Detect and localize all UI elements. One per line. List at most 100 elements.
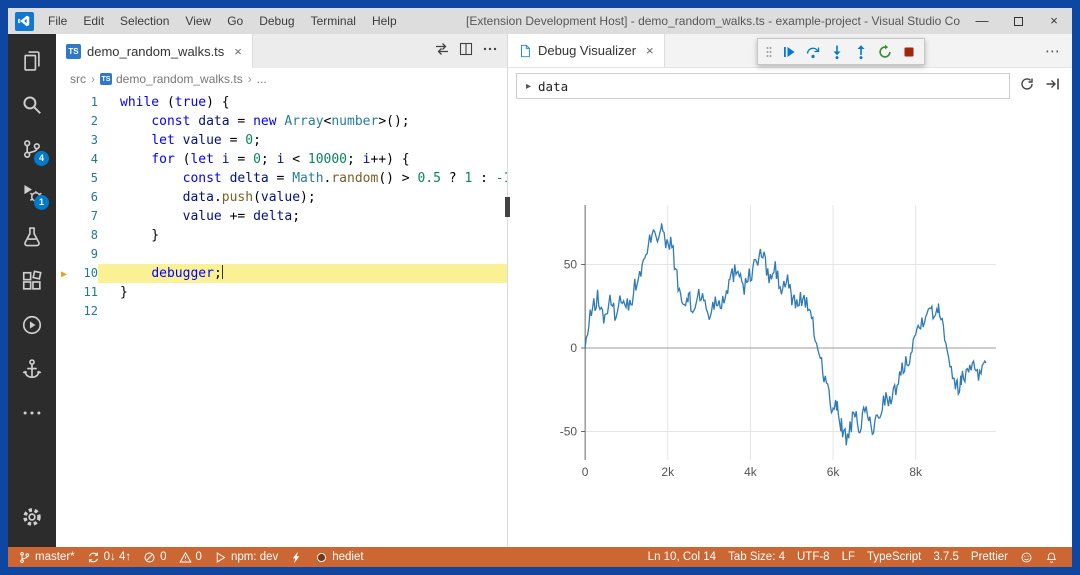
- status-feedback[interactable]: [1014, 547, 1039, 567]
- glyph-margin[interactable]: [56, 226, 72, 245]
- glyph-margin[interactable]: [56, 150, 72, 169]
- code-line-1[interactable]: 1 while (true) {: [56, 93, 507, 112]
- glyph-margin[interactable]: [56, 112, 72, 131]
- activity-explorer[interactable]: [8, 39, 56, 83]
- stop-button[interactable]: [898, 41, 919, 62]
- code-line-6[interactable]: 6 data.push(value);: [56, 188, 507, 207]
- sash-handle[interactable]: [505, 197, 510, 217]
- breadcrumb-item[interactable]: TS demo_random_walks.ts: [100, 72, 243, 86]
- status-account[interactable]: hediet: [309, 547, 369, 567]
- breadcrumb-label: src: [70, 72, 86, 86]
- open-in-editor-button[interactable]: [1042, 73, 1064, 100]
- status-ts-version-label: 3.7.5: [933, 551, 959, 563]
- close-tab-icon[interactable]: ×: [234, 44, 242, 59]
- close-tab-icon[interactable]: ×: [646, 43, 654, 58]
- code-editor[interactable]: 1 while (true) {2 const data = new Array<…: [56, 90, 507, 547]
- activity-run-and-debug[interactable]: 1: [8, 171, 56, 215]
- status-errors[interactable]: 0: [137, 547, 172, 567]
- debug-toolbar: [757, 38, 925, 65]
- refresh-button[interactable]: [1016, 73, 1038, 100]
- status-flash[interactable]: [284, 547, 309, 567]
- minimize-button[interactable]: —: [964, 8, 1000, 34]
- status-language[interactable]: TypeScript: [861, 547, 927, 567]
- more-actions-icon[interactable]: ⋯: [1045, 34, 1072, 67]
- feedback-smiley-icon: [1020, 551, 1033, 564]
- glyph-margin[interactable]: ▶: [56, 264, 72, 283]
- menu-help[interactable]: Help: [364, 8, 405, 34]
- glyph-margin[interactable]: [56, 207, 72, 226]
- menu-debug[interactable]: Debug: [251, 8, 302, 34]
- tab-debug-visualizer[interactable]: Debug Visualizer ×: [508, 34, 665, 67]
- code-line-11[interactable]: 11}: [56, 283, 507, 302]
- menu-selection[interactable]: Selection: [112, 8, 177, 34]
- code-line-7[interactable]: 7 value += delta;: [56, 207, 507, 226]
- continue-button[interactable]: [778, 41, 799, 62]
- status-warnings-label: 0: [195, 551, 202, 563]
- menu-go[interactable]: Go: [219, 8, 251, 34]
- activity-search[interactable]: [8, 83, 56, 127]
- glyph-margin[interactable]: [56, 283, 72, 302]
- more-actions-button[interactable]: [479, 38, 501, 65]
- line-number: 9: [90, 247, 98, 261]
- split-editor-button[interactable]: [455, 38, 477, 65]
- restart-button[interactable]: [874, 41, 895, 62]
- status-formatter[interactable]: Prettier: [965, 547, 1014, 567]
- status-cursor[interactable]: Ln 10, Col 14: [642, 547, 722, 567]
- toolbar-drag-handle[interactable]: [763, 41, 775, 62]
- code-line-4[interactable]: 4 for (let i = 0; i < 10000; i++) {: [56, 150, 507, 169]
- tab-demo-random-walks[interactable]: TS demo_random_walks.ts ×: [56, 34, 253, 68]
- menu-edit[interactable]: Edit: [75, 8, 112, 34]
- expand-icon[interactable]: ▸: [526, 81, 531, 92]
- glyph-margin[interactable]: [56, 188, 72, 207]
- code-line-9[interactable]: 9: [56, 245, 507, 264]
- activity-settings[interactable]: [8, 495, 56, 539]
- activity-run-circle[interactable]: [8, 303, 56, 347]
- run-circle-icon: [21, 314, 43, 336]
- step-over-button[interactable]: [802, 41, 823, 62]
- status-ts-version[interactable]: 3.7.5: [927, 547, 965, 567]
- window-frame: File Edit Selection View Go Debug Terminal Help…: [0, 0, 1080, 575]
- open-changes-button[interactable]: [431, 38, 453, 65]
- expression-value: data: [538, 78, 569, 94]
- code-line-8[interactable]: 8 }: [56, 226, 507, 245]
- activity-testing[interactable]: [8, 215, 56, 259]
- menu-view[interactable]: View: [177, 8, 219, 34]
- glyph-margin[interactable]: [56, 131, 72, 150]
- breadcrumb-item[interactable]: ...: [257, 72, 267, 86]
- glyph-margin[interactable]: [56, 93, 72, 112]
- x-tick-label: 2k: [661, 465, 675, 479]
- status-warnings[interactable]: 0: [173, 547, 208, 567]
- status-sync[interactable]: 0↓ 4↑: [81, 547, 138, 567]
- activity-more[interactable]: [8, 391, 56, 435]
- activity-source-control[interactable]: 4: [8, 127, 56, 171]
- menu-file[interactable]: File: [40, 8, 75, 34]
- breadcrumb-item[interactable]: src: [70, 72, 86, 86]
- code-line-12[interactable]: 12: [56, 302, 507, 321]
- glyph-margin[interactable]: [56, 302, 72, 321]
- status-tab-size[interactable]: Tab Size: 4: [722, 547, 791, 567]
- step-into-button[interactable]: [826, 41, 847, 62]
- code-line-5[interactable]: 5 const delta = Math.random() > 0.5 ? 1 …: [56, 169, 507, 188]
- menu-terminal[interactable]: Terminal: [303, 8, 364, 34]
- step-into-icon: [829, 44, 845, 60]
- expression-input[interactable]: ▸ data: [516, 73, 1010, 99]
- typescript-file-icon: TS: [66, 43, 81, 59]
- line-number: 10: [83, 266, 98, 280]
- typescript-file-icon: TS: [100, 73, 112, 85]
- status-eol[interactable]: LF: [836, 547, 861, 567]
- glyph-margin[interactable]: [56, 169, 72, 188]
- activity-anchor[interactable]: [8, 347, 56, 391]
- status-npm-script[interactable]: npm: dev: [208, 547, 284, 567]
- activity-extensions[interactable]: [8, 259, 56, 303]
- step-out-button[interactable]: [850, 41, 871, 62]
- code-line-3[interactable]: 3 let value = 0;: [56, 131, 507, 150]
- code-line-10[interactable]: ▶ 10 debugger;: [56, 264, 507, 283]
- glyph-margin[interactable]: [56, 245, 72, 264]
- close-button[interactable]: ×: [1036, 8, 1072, 34]
- status-notifications[interactable]: [1039, 547, 1064, 567]
- visualizer-actions: [1016, 73, 1064, 100]
- status-branch[interactable]: master*: [12, 547, 81, 567]
- code-line-2[interactable]: 2 const data = new Array<number>();: [56, 112, 507, 131]
- status-encoding[interactable]: UTF-8: [791, 547, 836, 567]
- maximize-button[interactable]: [1000, 8, 1036, 34]
